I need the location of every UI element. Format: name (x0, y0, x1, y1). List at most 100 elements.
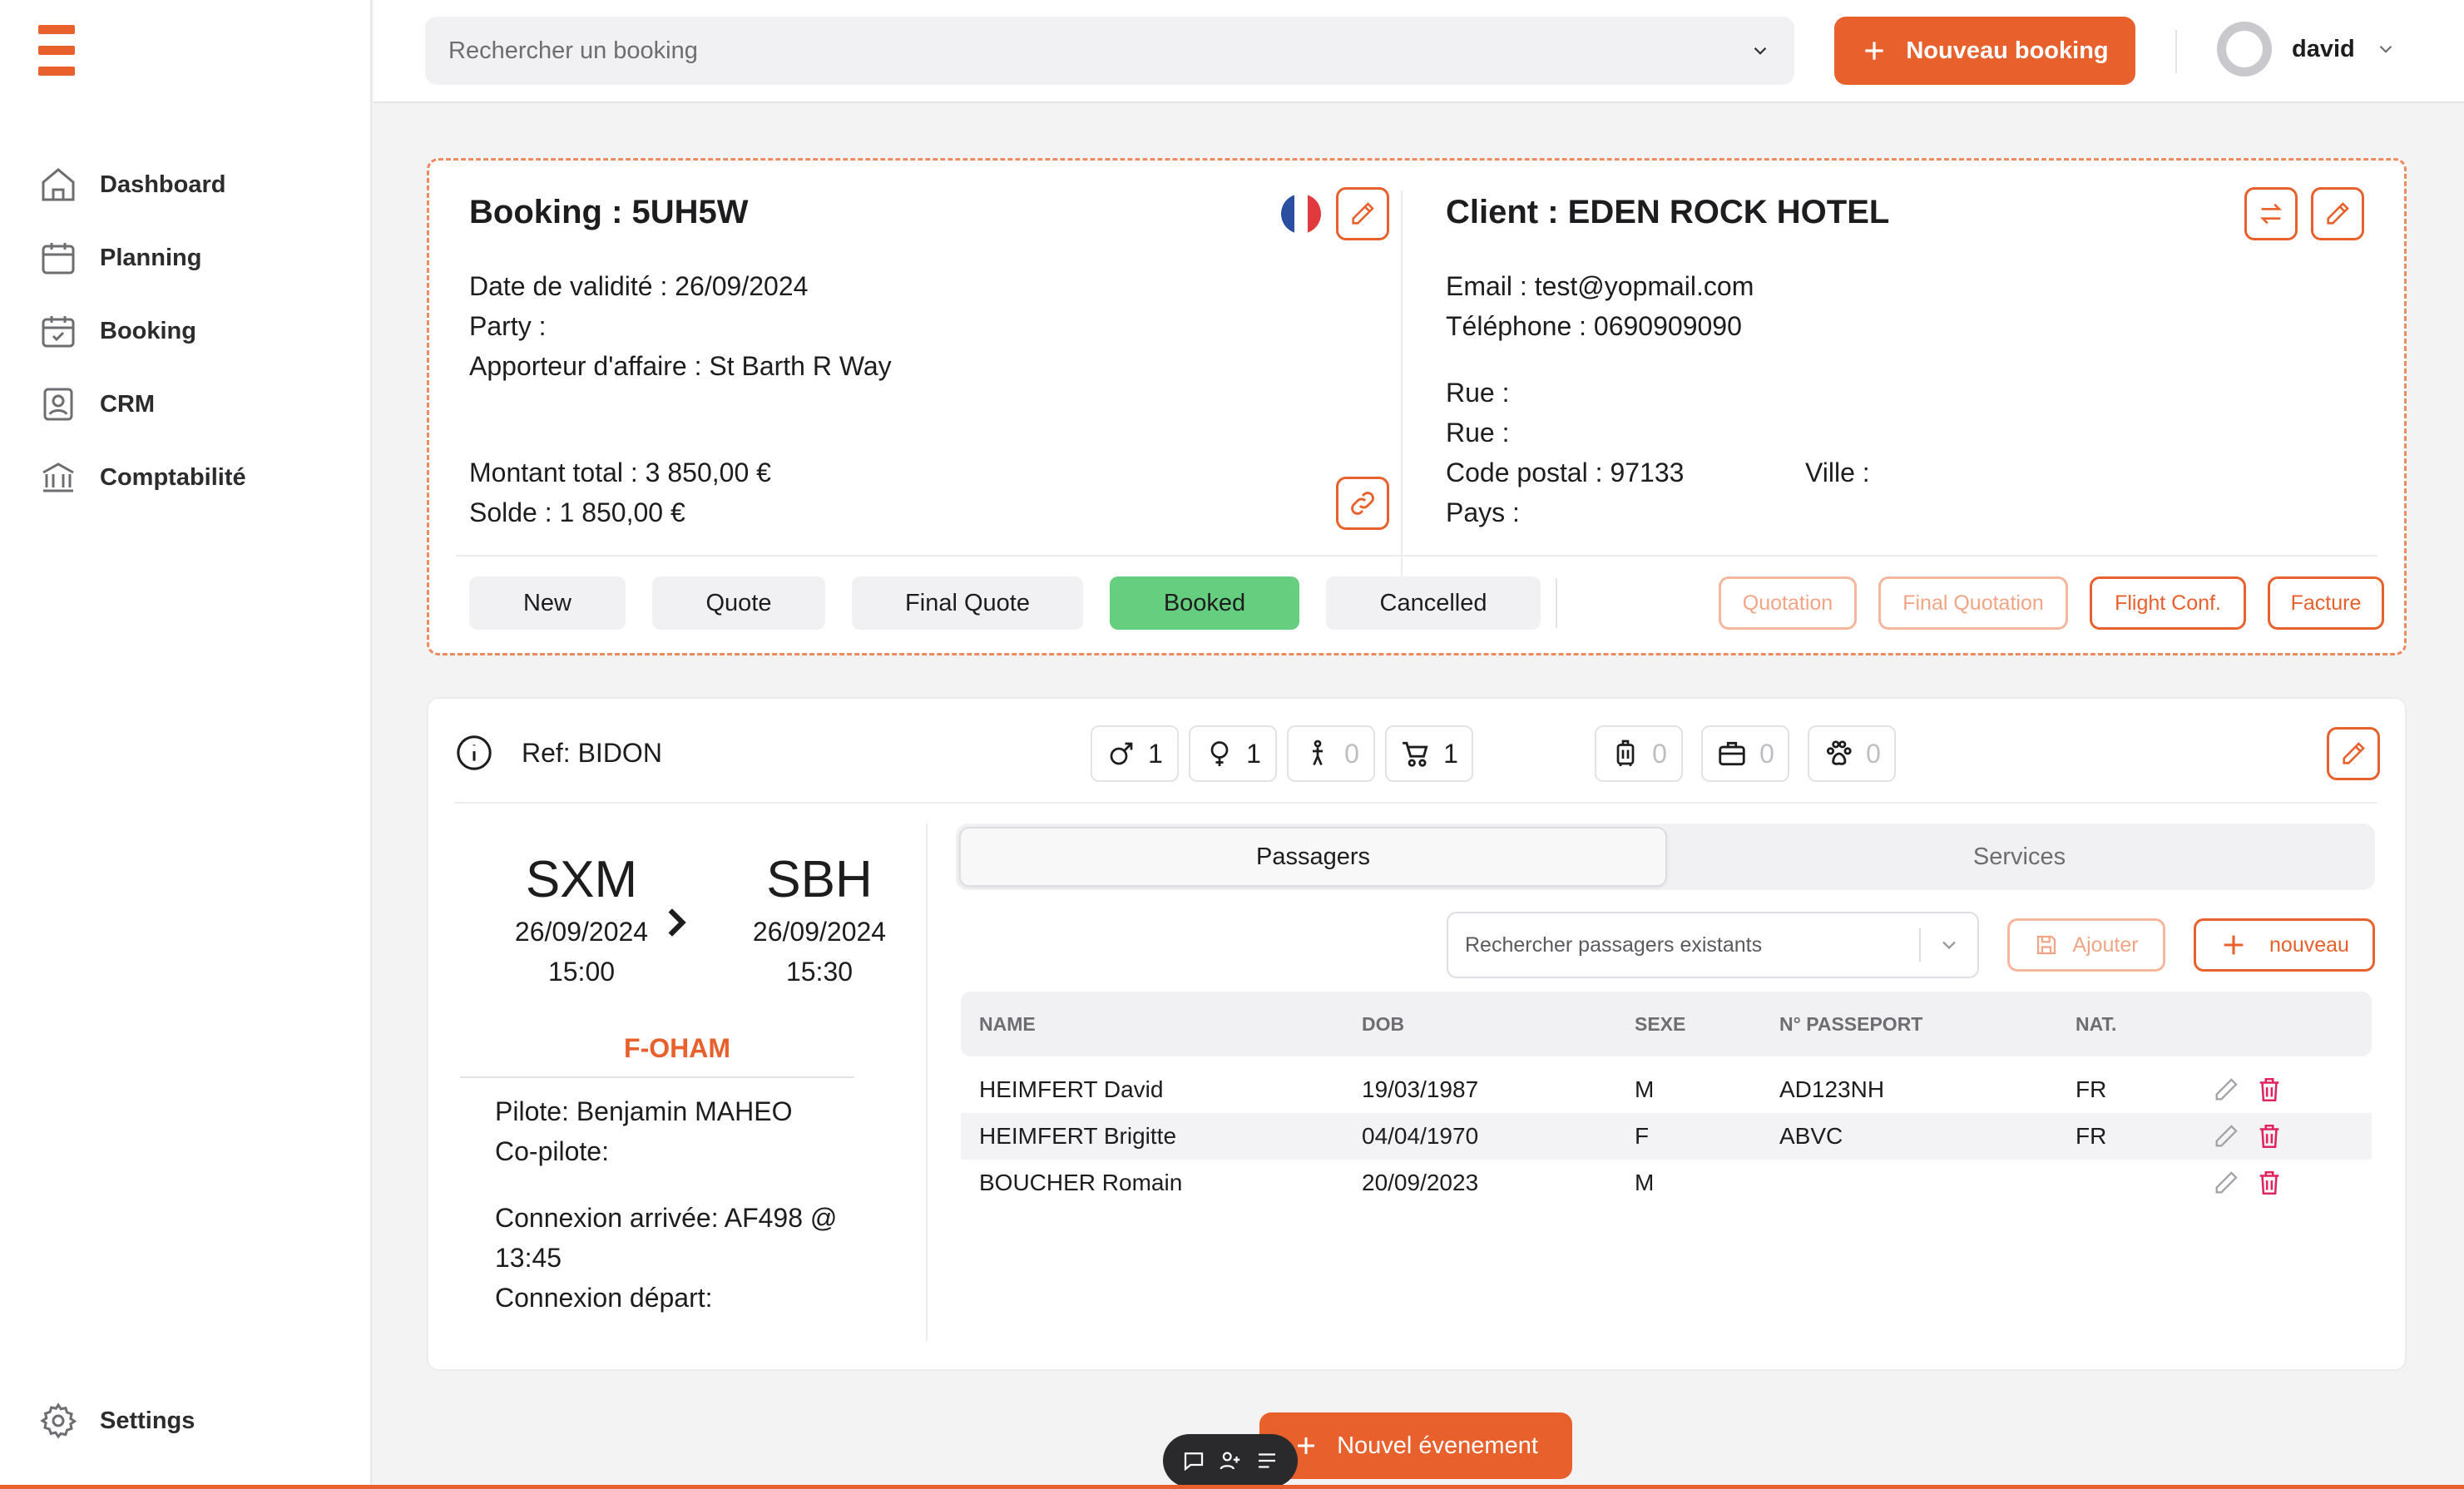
table-row[interactable]: BOUCHER Romain 20/09/2023 M (961, 1160, 2372, 1206)
status-divider (1556, 578, 1557, 628)
female-icon (1210, 741, 1229, 766)
pencil-icon[interactable] (2212, 1076, 2240, 1104)
edit-flight-button[interactable] (2327, 727, 2380, 780)
invoice-button[interactable]: Facture (2268, 576, 2384, 630)
passenger-passport: ABVC (1779, 1123, 1843, 1149)
card-divider (1401, 190, 1403, 581)
balance: Solde : 1 850,00 € (469, 497, 685, 527)
arrival-date: 26/09/2024 (752, 917, 887, 947)
sidebar-nav: Dashboard Planning Booking CRM Comptabil… (38, 148, 246, 514)
switch-client-button[interactable] (2244, 187, 2298, 240)
plus-icon (1298, 1437, 1315, 1454)
pet-count[interactable]: 0 (1808, 725, 1896, 782)
sidebar-item-planning[interactable]: Planning (38, 221, 246, 294)
new-event-button[interactable]: Nouvel évenement (1259, 1412, 1572, 1479)
client-street-2: Rue : (1446, 418, 1510, 448)
column-header-name[interactable]: NAME (979, 992, 1036, 1056)
departure-code: SXM (525, 851, 638, 908)
info-icon[interactable] (455, 734, 493, 772)
avatar (2217, 22, 2272, 77)
chat-icon[interactable] (1181, 1448, 1206, 1473)
sidebar-item-comptabilite[interactable]: Comptabilité (38, 441, 246, 514)
pencil-icon (2343, 742, 2365, 764)
flight-ref: Ref: BIDON (455, 734, 662, 772)
new-booking-label: Nouveau booking (1906, 37, 2109, 64)
status-final-quote-button[interactable]: Final Quote (852, 576, 1083, 630)
luggage-count[interactable]: 0 (1595, 725, 1683, 782)
link-button[interactable] (1336, 477, 1389, 530)
pencil-icon[interactable] (2212, 1122, 2240, 1150)
arrival: SBH 26/09/2024 15:30 (736, 848, 903, 992)
copilot: Co-pilote: (495, 1136, 609, 1166)
card-divider (455, 802, 2377, 804)
sidebar-item-settings[interactable]: Settings (38, 1401, 195, 1441)
pencil-icon (2327, 202, 2349, 225)
passenger-table-header: NAME DOB SEXE N° PASSEPORT NAT. (961, 992, 2372, 1056)
trash-icon[interactable] (2255, 1122, 2283, 1150)
add-passenger-button[interactable]: Ajouter (2007, 918, 2165, 972)
french-flag-icon (1281, 194, 1321, 234)
passenger-dob: 19/03/1987 (1362, 1076, 1479, 1102)
booking-search-select[interactable]: Rechercher un booking (425, 17, 1794, 85)
status-booked-button[interactable]: Booked (1110, 576, 1299, 630)
tab-passagers[interactable]: Passagers (959, 827, 1667, 887)
departure-connection: Connexion départ: (495, 1283, 713, 1313)
passenger-nat: FR (2076, 1076, 2107, 1102)
column-header-sexe[interactable]: SEXE (1635, 992, 1685, 1056)
sidebar-item-label: Dashboard (100, 171, 226, 198)
list-icon[interactable] (1254, 1448, 1279, 1473)
bank-icon (42, 463, 74, 492)
new-booking-button[interactable]: Nouveau booking (1834, 17, 2135, 85)
pencil-icon[interactable] (2212, 1169, 2240, 1197)
sidebar-item-dashboard[interactable]: Dashboard (38, 148, 246, 221)
status-quote-button[interactable]: Quote (652, 576, 825, 630)
table-row[interactable]: HEIMFERT Brigitte 04/04/1970 F ABVC FR (961, 1113, 2372, 1160)
passenger-search-select[interactable]: Rechercher passagers existants (1447, 912, 1979, 978)
passenger-sexe: F (1635, 1123, 1650, 1149)
new-passenger-button[interactable]: nouveau (2194, 918, 2375, 972)
flight-conf-button[interactable]: Flight Conf. (2090, 576, 2246, 630)
sidebar-item-crm[interactable]: CRM (38, 368, 246, 441)
sidebar-item-booking[interactable]: Booking (38, 294, 246, 368)
user-menu[interactable]: david (2217, 22, 2397, 77)
departure-date: 26/09/2024 (514, 917, 649, 947)
passenger-search-placeholder: Rechercher passagers existants (1465, 932, 1763, 957)
infant-count[interactable]: 1 (1385, 725, 1473, 782)
new-event-label: Nouvel évenement (1337, 1432, 1538, 1459)
status-selector: New Quote Final Quote Booked Cancelled (469, 576, 1541, 630)
final-quotation-button[interactable]: Final Quotation (1878, 576, 2068, 630)
status-new-button[interactable]: New (469, 576, 626, 630)
passenger-name: BOUCHER Romain (979, 1170, 1183, 1195)
quotation-button[interactable]: Quotation (1719, 576, 1857, 630)
sidebar-item-label: Comptabilité (100, 463, 246, 491)
chevron-down-icon (2379, 45, 2392, 53)
child-icon (1313, 740, 1324, 766)
menu-icon[interactable] (38, 25, 75, 77)
bag-count[interactable]: 0 (1701, 725, 1789, 782)
floating-toolbar (1163, 1434, 1298, 1487)
column-header-passport[interactable]: N° PASSEPORT (1779, 992, 1922, 1056)
client-title: Client : EDEN ROCK HOTEL (1446, 194, 1890, 230)
trash-icon[interactable] (2255, 1169, 2283, 1197)
sidebar-item-label: Planning (100, 244, 202, 271)
status-cancelled-button[interactable]: Cancelled (1326, 576, 1541, 630)
column-header-nat[interactable]: NAT. (2076, 992, 2116, 1056)
trash-icon[interactable] (2255, 1076, 2283, 1104)
female-count[interactable]: 1 (1189, 725, 1277, 782)
passenger-nat: FR (2076, 1123, 2107, 1149)
table-row[interactable]: HEIMFERT David 19/03/1987 M AD123NH FR (961, 1066, 2372, 1113)
stroller-icon (1403, 741, 1428, 767)
add-user-icon[interactable] (1218, 1448, 1243, 1473)
tab-services[interactable]: Services (1667, 827, 2372, 887)
child-count[interactable]: 0 (1287, 725, 1375, 782)
home-icon (42, 168, 75, 201)
edit-booking-button[interactable] (1336, 187, 1389, 240)
column-header-dob[interactable]: DOB (1362, 992, 1404, 1056)
calendar-check-icon (42, 316, 75, 348)
validity-date: Date de validité : 26/09/2024 (469, 271, 809, 301)
booking-card: Booking : 5UH5W Date de validité : 26/09… (427, 158, 2407, 655)
sidebar: Dashboard Planning Booking CRM Comptabil… (0, 0, 372, 1489)
edit-client-button[interactable] (2311, 187, 2364, 240)
passenger-name: HEIMFERT Brigitte (979, 1123, 1177, 1149)
male-count[interactable]: 1 (1091, 725, 1179, 782)
